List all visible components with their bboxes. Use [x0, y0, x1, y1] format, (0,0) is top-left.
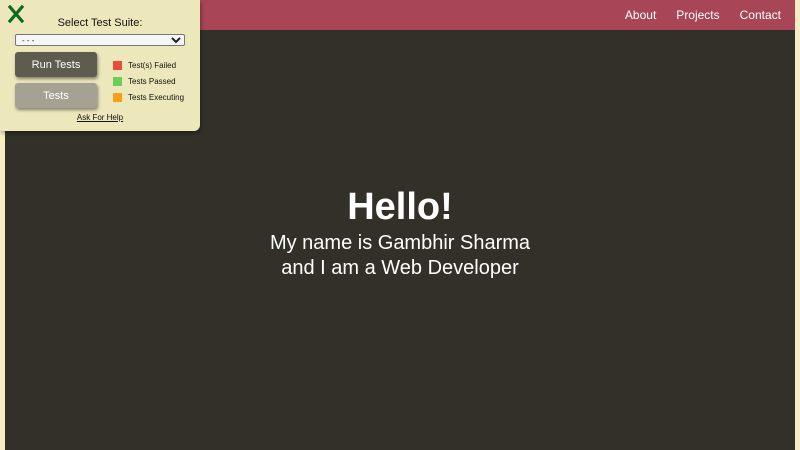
legend-item-executing: Tests Executing	[113, 89, 184, 105]
legend-item-passed: Tests Passed	[113, 73, 184, 89]
legend-item-failed: Test(s) Failed	[113, 57, 184, 73]
nav-links: About Projects Contact	[615, 0, 791, 30]
ask-for-help-link[interactable]: Ask For Help	[0, 113, 200, 122]
executing-swatch	[113, 92, 122, 102]
panel-heading: Select Test Suite:	[57, 17, 143, 29]
failed-swatch	[113, 60, 122, 70]
legend-label-executing: Tests Executing	[128, 92, 185, 102]
test-status-legend: Test(s) Failed Tests Passed Tests Execut…	[113, 57, 184, 105]
hero: Hello! My name is Gambhir Sharma and I a…	[5, 184, 795, 280]
test-suite-panel: Select Test Suite: - - - Run Tests Tests…	[0, 0, 200, 131]
tests-button[interactable]: Tests	[15, 83, 97, 108]
test-suite-select[interactable]: - - -	[15, 34, 185, 46]
passed-swatch	[113, 76, 122, 86]
hero-subtitle-line-2: and I am a Web Developer	[281, 257, 519, 279]
run-tests-button[interactable]: Run Tests	[15, 52, 97, 77]
legend-label-failed: Test(s) Failed	[128, 60, 177, 70]
hero-title: Hello!	[347, 186, 453, 228]
nav-link-projects[interactable]: Projects	[666, 8, 729, 22]
hero-subtitle-line-1: My name is Gambhir Sharma	[269, 232, 531, 254]
nav-link-about[interactable]: About	[615, 8, 666, 22]
legend-label-passed: Tests Passed	[128, 76, 176, 86]
nav-link-contact[interactable]: Contact	[730, 8, 791, 22]
